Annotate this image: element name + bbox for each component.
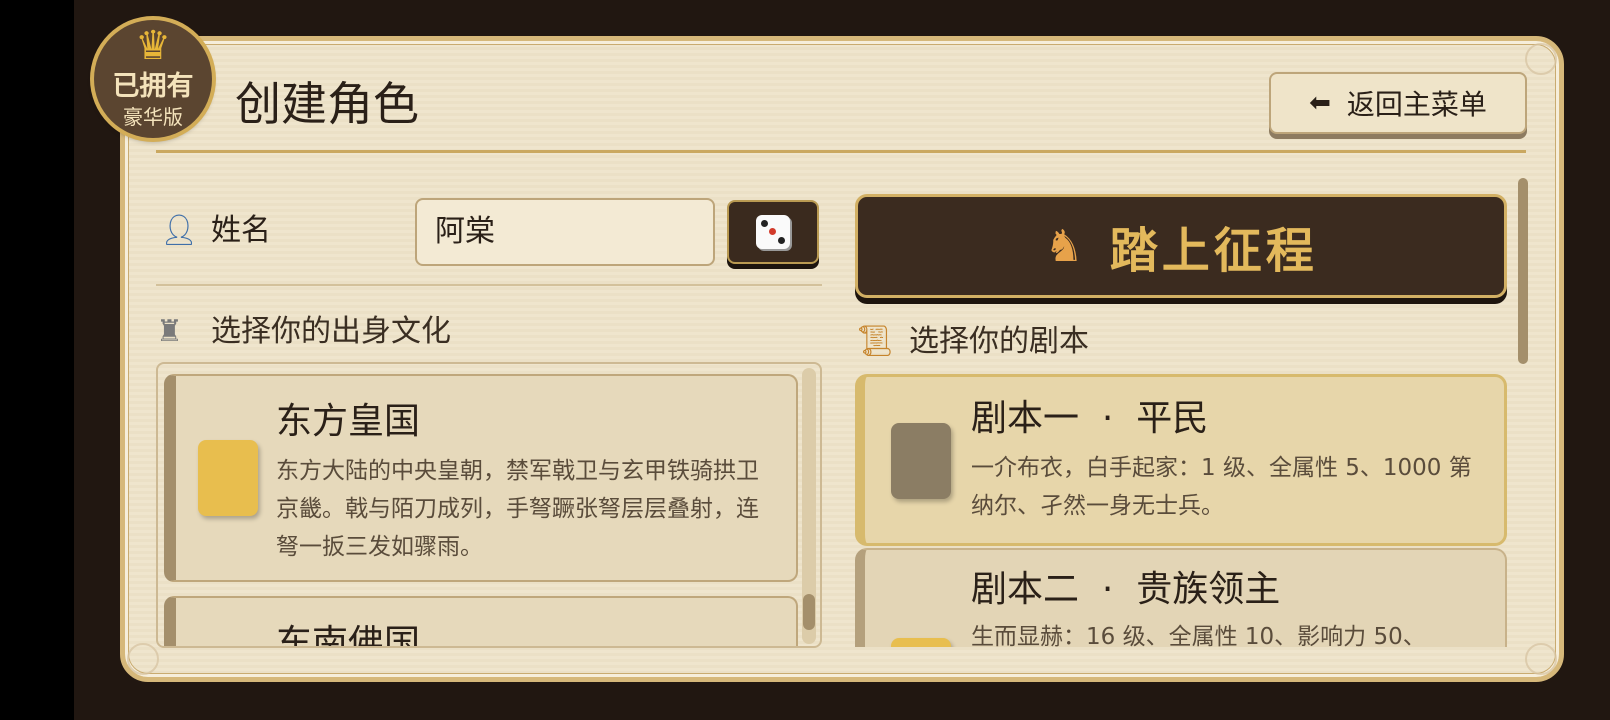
script-description: 一介布衣，白手起家：1 级、全属性 5、1000 第纳尔、孑然一身无士兵。	[971, 455, 1472, 519]
page-title: 创建角色	[235, 77, 419, 131]
name-label: 姓名	[211, 213, 271, 248]
start-journey-label: 踏上征程	[1109, 223, 1318, 279]
scroll-icon: 📜︎	[856, 324, 895, 359]
culture-title: 东南佛国	[276, 623, 421, 648]
culture-card[interactable]: 东方皇国 东方大陆的中央皇朝，禁军戟卫与玄甲铁骑拱卫京畿。戟与陌刀成列，手弩蹶张…	[164, 374, 798, 582]
back-button-label: 返回主菜单	[1346, 88, 1487, 121]
culture-title: 东方皇国	[276, 401, 421, 442]
script-color-swatch	[891, 423, 951, 499]
title-divider	[156, 150, 1526, 153]
corner-ornament	[127, 643, 159, 675]
script-section-label: 选择你的剧本	[909, 324, 1089, 359]
start-journey-button[interactable]: ♞ 踏上征程	[855, 194, 1507, 298]
culture-description: 东方大陆的中央皇朝，禁军戟卫与玄甲铁骑拱卫京畿。戟与陌刀成列，手弩蹶张弩层层叠射…	[276, 458, 759, 560]
deluxe-owned-badge: ♛ 已拥有 豪华版	[94, 20, 212, 138]
script-card-selected[interactable]: 剧本一 · 平民 一介布衣，白手起家：1 级、全属性 5、1000 第纳尔、孑然…	[855, 374, 1507, 546]
screen-edge	[0, 0, 74, 720]
castle-icon: ♜	[156, 314, 183, 349]
name-divider	[156, 284, 822, 286]
crown-icon: ♛	[135, 23, 171, 69]
right-column-scrollbar-thumb[interactable]	[1518, 178, 1528, 364]
badge-edition-text: 豪华版	[123, 105, 183, 129]
script-description: 生而显赫：16 级、全属性 10、影响力 50、	[971, 624, 1426, 647]
script-card[interactable]: 剧本二 · 贵族领主 生而显赫：16 级、全属性 10、影响力 50、	[855, 548, 1507, 647]
horse-rider-icon: ♞	[1044, 220, 1084, 272]
name-input[interactable]: 阿棠	[415, 198, 715, 266]
corner-ornament	[1525, 43, 1557, 75]
culture-scrollbar-thumb[interactable]	[803, 594, 815, 630]
arrow-left-icon: ⬅	[1309, 88, 1331, 118]
culture-card[interactable]: 东南佛国	[164, 596, 798, 648]
back-to-main-menu-button[interactable]: ⬅ 返回主菜单	[1269, 72, 1527, 134]
script-color-swatch	[891, 638, 951, 647]
script-list[interactable]: 剧本一 · 平民 一介布衣，白手起家：1 级、全属性 5、1000 第纳尔、孑然…	[855, 372, 1507, 647]
culture-scrollbar[interactable]	[802, 368, 816, 644]
culture-section-label: 选择你的出身文化	[211, 314, 451, 349]
culture-color-swatch	[198, 440, 258, 516]
dice-icon	[756, 215, 790, 249]
script-title: 剧本一 · 平民	[971, 398, 1209, 439]
culture-list[interactable]: 东方皇国 东方大陆的中央皇朝，禁军戟卫与玄甲铁骑拱卫京畿。戟与陌刀成列，手弩蹶张…	[156, 362, 822, 648]
badge-owned-text: 已拥有	[112, 71, 194, 102]
corner-ornament	[1525, 643, 1557, 675]
random-name-button[interactable]	[727, 200, 819, 264]
script-title: 剧本二 · 贵族领主	[971, 569, 1281, 610]
person-icon: 👤︎	[160, 213, 199, 248]
